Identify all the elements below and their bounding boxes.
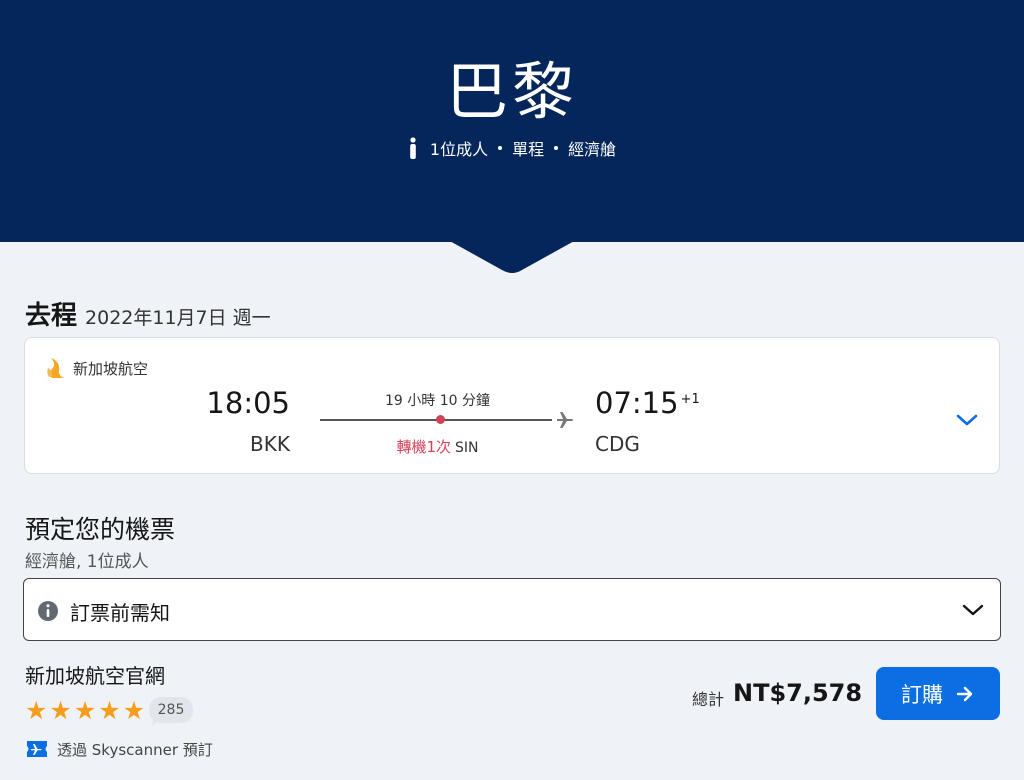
star-icon: ★: [122, 696, 146, 725]
review-count: 285: [149, 697, 193, 723]
plane-icon: [557, 412, 573, 428]
stop-dot: [436, 415, 445, 424]
via-text: 透過 Skyscanner 預訂: [57, 740, 213, 759]
arrival-airport: CDG: [595, 432, 640, 456]
book-button[interactable]: 訂購: [876, 667, 1000, 720]
departure-time: 18:05: [206, 386, 290, 420]
chevron-down-icon[interactable]: [955, 412, 979, 428]
singapore-airlines-logo-icon: [47, 358, 64, 378]
separator-dot: [554, 146, 559, 150]
stops-info: 轉機1次 SIN: [320, 436, 555, 457]
destination-title: 巴黎: [445, 55, 578, 128]
person-icon: [410, 137, 416, 159]
total-label: 總計: [692, 690, 725, 709]
rating-stars: ★ ★ ★ ★ ★: [25, 698, 145, 724]
flight-card[interactable]: 新加坡航空 18:05 BKK 19 小時 10 分鐘 轉機1次 SIN 07:1…: [24, 337, 1000, 474]
outbound-heading: 去程 2022年11月7日 週一: [25, 295, 271, 332]
star-icon: ★: [98, 696, 121, 725]
info-icon: [38, 601, 58, 621]
outbound-label: 去程: [25, 301, 78, 331]
separator-dot: [498, 146, 503, 150]
trip-cabin: 經濟艙: [568, 140, 617, 159]
stops-count: 轉機1次: [396, 438, 452, 456]
stop-airport: SIN: [455, 440, 479, 456]
airline-name: 新加坡航空: [73, 359, 149, 378]
book-button-label: 訂購: [901, 682, 943, 707]
trip-summary: 1位成人 單程 經濟艙: [0, 136, 1024, 160]
booking-notice-dropdown[interactable]: 訂票前需知: [23, 578, 1001, 641]
hero-banner: 巴黎 1位成人 單程 經濟艙: [0, 0, 1024, 242]
notice-label: 訂票前需知: [70, 601, 170, 625]
flight-duration: 19 小時 10 分鐘: [385, 393, 490, 409]
booking-subtitle: 經濟艙, 1位成人: [25, 552, 149, 572]
trip-travellers: 1位成人: [429, 140, 489, 159]
booking-title: 預定您的機票: [25, 515, 176, 544]
outbound-date: 2022年11月7日 週一: [85, 307, 271, 329]
airline-info: 新加坡航空: [47, 356, 148, 380]
arrival-time-value: 07:15: [595, 386, 679, 420]
hero-notch: [448, 240, 576, 273]
departure-airport: BKK: [250, 432, 290, 456]
star-icon: ★: [25, 696, 48, 725]
arrival-day-offset: +1: [680, 392, 700, 407]
star-icon: ★: [73, 696, 97, 725]
provider-name: 新加坡航空官網: [25, 664, 165, 688]
arrival-time: 07:15 +1: [595, 386, 700, 420]
booking-via: 透過 Skyscanner 預訂: [25, 738, 213, 760]
star-icon: ★: [49, 696, 72, 725]
total-price: NT$7,578: [733, 679, 863, 707]
chevron-down-icon: [962, 604, 984, 616]
trip-type: 單程: [512, 140, 545, 159]
arrow-right-icon: [956, 686, 973, 701]
ticket-plane-icon: [27, 741, 47, 757]
